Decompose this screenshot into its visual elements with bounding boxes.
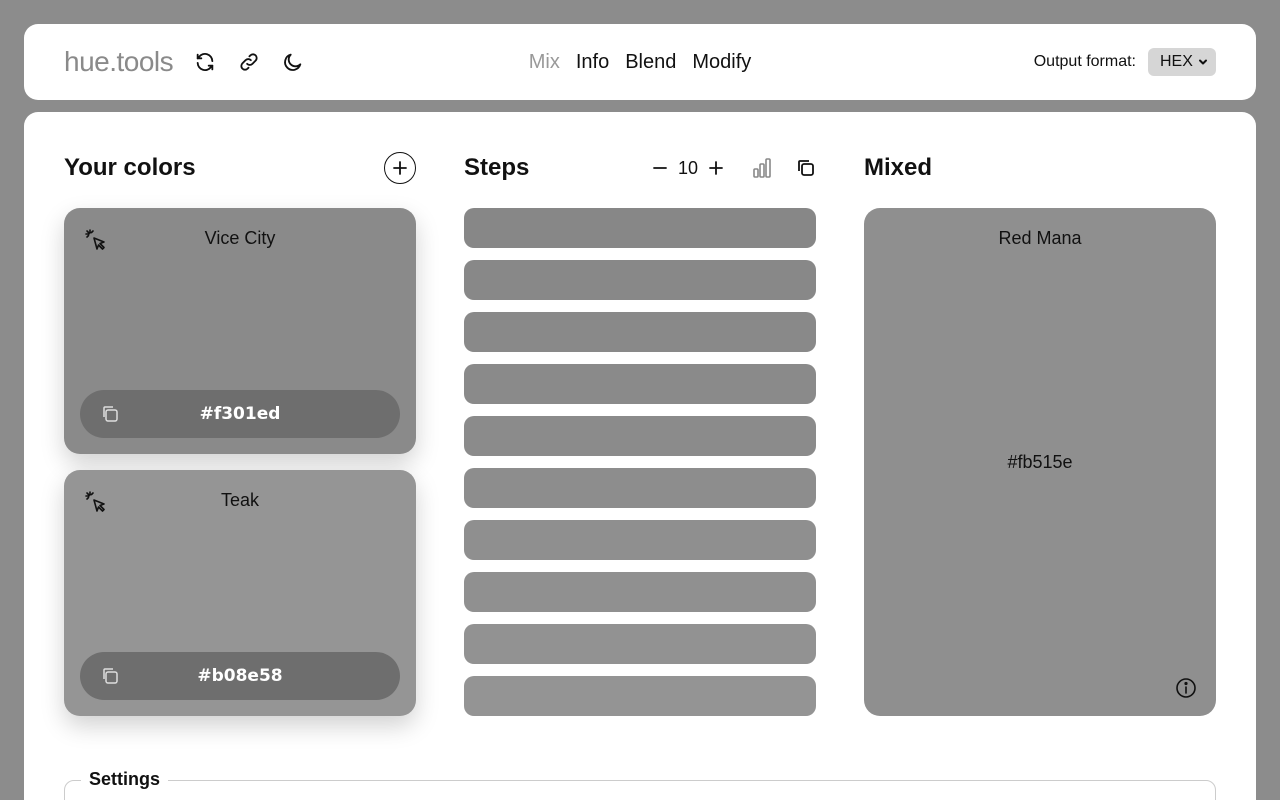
info-icon[interactable] (1174, 676, 1198, 700)
color-hex-bar[interactable]: #f301ed (80, 390, 400, 438)
nav-mix[interactable]: Mix (529, 51, 560, 74)
copy-steps-button[interactable] (794, 156, 818, 180)
color-hex-value: #f301ed (199, 404, 281, 424)
output-format-label: Output format: (1033, 53, 1136, 70)
chart-button[interactable] (750, 156, 774, 180)
nav-modify[interactable]: Modify (692, 51, 751, 74)
step-swatch[interactable] (464, 520, 816, 560)
step-swatch[interactable] (464, 312, 816, 352)
copy-icon[interactable] (100, 404, 120, 424)
step-swatch[interactable] (464, 572, 816, 612)
step-swatch[interactable] (464, 676, 816, 716)
increase-steps-button[interactable] (706, 156, 726, 180)
steps-controls: 10 (650, 156, 818, 180)
minus-icon (653, 167, 667, 169)
steps-count: 10 (677, 157, 699, 178)
refresh-icon[interactable] (193, 50, 217, 74)
mixed-color-name: Red Mana (998, 228, 1082, 248)
mixed-title: Mixed (864, 154, 933, 181)
link-icon[interactable] (237, 50, 261, 74)
toolbar-icons (193, 50, 305, 74)
color-card-2: Teak #b08e58 (64, 470, 416, 716)
bar-chart-icon (753, 158, 771, 178)
top-bar: hue.tools Mix Info Blend Modify Output f… (24, 24, 1256, 100)
add-color-button[interactable] (384, 152, 416, 184)
step-swatch[interactable] (464, 416, 816, 456)
settings-panel: Settings (64, 769, 1216, 800)
color-hex-bar[interactable]: #b08e58 (80, 652, 400, 700)
output-format-value: HEX (1160, 53, 1193, 70)
mixed-color-card: Red Mana #fb515e (864, 208, 1216, 716)
settings-title: Settings (81, 769, 169, 790)
moon-icon[interactable] (281, 50, 305, 74)
mixed-color-hex[interactable]: #fb515e (864, 452, 1216, 473)
copy-icon[interactable] (100, 666, 120, 686)
step-swatch[interactable] (464, 208, 816, 248)
step-swatch[interactable] (464, 260, 816, 300)
plus-icon (393, 161, 407, 175)
output-format: Output format: HEX (1034, 48, 1216, 76)
steps-title: Steps (464, 154, 530, 181)
output-format-select[interactable]: HEX (1148, 48, 1216, 76)
main-panel: Your colors Vice City #f301ed Teak #b08e… (24, 112, 1256, 800)
color-name: Teak (220, 490, 260, 510)
step-swatch[interactable] (464, 624, 816, 664)
step-swatch[interactable] (464, 364, 816, 404)
color-name: Vice City (204, 228, 276, 248)
nav-info[interactable]: Info (576, 51, 609, 74)
color-card-1: Vice City #f301ed (64, 208, 416, 454)
plus-icon (709, 161, 723, 175)
chevron-down-icon (1199, 59, 1207, 65)
your-colors-title: Your colors (64, 154, 196, 181)
nav-blend[interactable]: Blend (625, 51, 676, 74)
color-hex-value: #b08e58 (197, 666, 283, 686)
step-swatch[interactable] (464, 468, 816, 508)
decrease-steps-button[interactable] (650, 156, 670, 180)
logo[interactable]: hue.tools (64, 46, 174, 78)
copy-icon (798, 160, 814, 176)
